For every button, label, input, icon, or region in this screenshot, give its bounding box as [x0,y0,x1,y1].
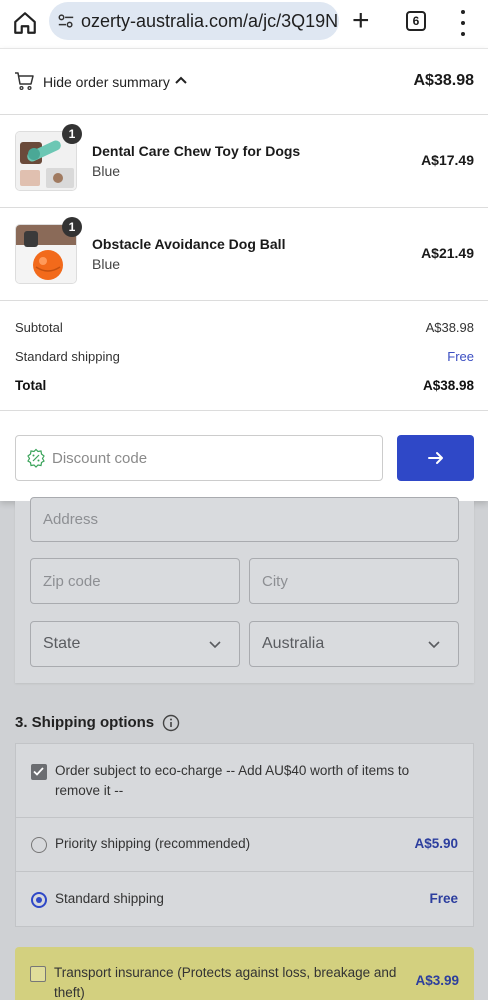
total-label: Total [15,378,47,393]
url-text: ozerty-australia.com/a/jc/3Q19NC [81,10,339,31]
standard-shipping-label: Standard shipping [55,891,164,906]
address-form: Address Zip code City State Australia [15,497,474,683]
priority-shipping-radio[interactable] [31,837,47,853]
insurance-label: Transport insurance (Protects against lo… [54,965,397,1000]
apply-discount-button[interactable] [397,435,474,481]
city-placeholder: City [262,572,288,590]
tab-switcher-button[interactable]: 6 [406,11,426,31]
tab-count: 6 [412,14,420,28]
shipping-option-standard[interactable]: Standard shipping Free [15,871,474,927]
line-item: 1 Obstacle Avoidance Dog Ball Blue A$21.… [0,208,488,301]
eco-charge-label: Order subject to eco-charge -- Add AU$40… [55,763,410,798]
subtotal-value: A$38.98 [425,320,474,335]
discount-code-input[interactable]: Discount code [15,435,383,481]
standard-shipping-price: Free [429,891,458,906]
insurance-checkbox[interactable] [30,966,46,982]
priority-shipping-price: A$5.90 [414,836,458,851]
city-field[interactable]: City [249,558,459,604]
item-variant: Blue [92,256,121,272]
summary-header-total: A$38.98 [413,72,475,89]
shipping-value: Free [447,349,474,364]
item-name: Obstacle Avoidance Dog Ball [92,236,286,252]
order-totals: Subtotal A$38.98 Standard shipping Free … [0,301,488,411]
cart-icon [15,72,34,91]
shipping-option-priority[interactable]: Priority shipping (recommended) A$5.90 [15,817,474,872]
subtotal-label: Subtotal [15,320,63,335]
browser-toolbar: ozerty-australia.com/a/jc/3Q19NC + 6 [0,0,488,48]
order-summary-panel: Hide order summary A$38.98 1 Dental Care… [0,48,488,501]
item-price: A$21.49 [421,245,474,261]
priority-shipping-label: Priority shipping (recommended) [55,836,251,851]
shipping-row: Standard shipping Free [15,349,474,364]
browser-menu-icon[interactable] [455,10,471,36]
discount-tag-icon [27,448,45,468]
check-icon [33,767,44,776]
address-field[interactable]: Address [30,497,459,542]
state-select[interactable]: State [30,621,240,667]
shipping-label: Standard shipping [15,349,120,364]
site-settings-icon[interactable] [57,12,75,30]
chevron-up-icon [175,76,187,84]
info-icon[interactable] [162,714,180,732]
country-value: Australia [262,635,325,652]
address-placeholder: Address [43,511,99,528]
line-item: 1 Dental Care Chew Toy for Dogs Blue A$1… [0,115,488,208]
chevron-down-icon [428,641,440,649]
discount-code-placeholder: Discount code [52,449,148,467]
shipping-options-title: 3. Shipping options [15,714,155,731]
address-bar[interactable]: ozerty-australia.com/a/jc/3Q19NC [49,2,339,40]
item-quantity-badge: 1 [62,124,82,144]
new-tab-icon[interactable]: + [352,6,370,36]
arrow-right-icon [427,452,443,464]
eco-charge-checkbox[interactable] [31,764,47,780]
order-summary-toggle-label: Hide order summary [43,74,170,90]
item-name: Dental Care Chew Toy for Dogs [92,143,301,159]
item-quantity-badge: 1 [62,217,82,237]
item-variant: Blue [92,163,121,179]
state-value: State [43,635,81,652]
eco-charge-option[interactable]: Order subject to eco-charge -- Add AU$40… [15,743,474,818]
standard-shipping-radio[interactable] [31,892,47,908]
order-summary-toggle[interactable]: Hide order summary A$38.98 [0,48,488,115]
transport-insurance-option[interactable]: Transport insurance (Protects against lo… [15,947,474,1000]
home-icon[interactable] [12,10,38,36]
zip-code-placeholder: Zip code [43,572,101,590]
item-price: A$17.49 [421,152,474,168]
country-select[interactable]: Australia [249,621,459,667]
zip-code-field[interactable]: Zip code [30,558,240,604]
total-value: A$38.98 [422,378,474,393]
insurance-price: A$3.99 [415,973,459,988]
total-row: Total A$38.98 [15,378,474,393]
chevron-down-icon [209,641,221,649]
subtotal-row: Subtotal A$38.98 [15,320,474,335]
